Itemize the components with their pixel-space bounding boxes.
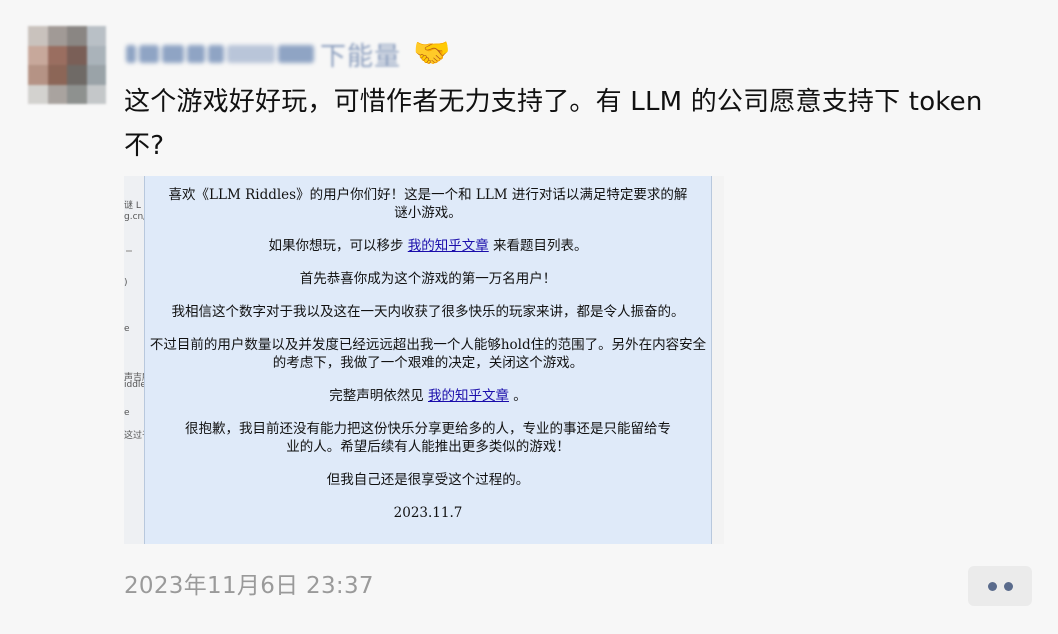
post-timestamp: 2023年11月6日 23:37 (124, 573, 374, 599)
author-name: 下能量 (320, 41, 402, 72)
author-name-row[interactable]: 下能量 🤝 (126, 36, 450, 72)
announcement-panel: 喜欢《LLM Riddles》的用户你们好！这是一个和 LLM 进行对话以满足特… (144, 176, 712, 544)
author-name-redacted (126, 45, 314, 63)
announcement-line-congrats: 首先恭喜你成为这个游戏的第一万名用户！ (299, 271, 557, 287)
sidebar-fragment: iddle (124, 380, 146, 390)
sidebar-fragment: 谜 L (124, 201, 141, 211)
post-text: 这个游戏好好玩，可惜作者无力支持了。有 LLM 的公司愿意支持下 token 不… (124, 87, 983, 161)
sidebar-fragment: e (124, 408, 130, 418)
announcement-line-full: 完整声明依然见 我的知乎文章 。 (145, 387, 711, 405)
sidebar-fragment: g.cn/ (124, 212, 147, 222)
announcement-line-exciting: 我相信这个数字对于我以及这在一天内收获了很多快乐的玩家来讲，都是令人振奋的。 (171, 304, 685, 320)
more-dots-icon (987, 581, 997, 591)
sidebar-fragment: e (124, 324, 130, 334)
handshake-icon: 🤝 (413, 36, 451, 71)
screenshot-right-edge (712, 176, 724, 544)
more-button[interactable] (968, 566, 1032, 606)
zhihu-article-link[interactable]: 我的知乎文章 (408, 238, 489, 254)
announcement-date: 2023.11.7 (393, 505, 463, 521)
sidebar-divider (126, 250, 132, 252)
sidebar-fragment: ) (124, 278, 128, 288)
zhihu-article-link-2[interactable]: 我的知乎文章 (428, 388, 509, 404)
post-image[interactable]: 谜 L g.cn/ ) e 声吉所 iddle e 这过于 喜欢《LLM Rid… (124, 176, 724, 544)
avatar[interactable] (28, 26, 106, 104)
announcement-line-play: 如果你想玩，可以移步 我的知乎文章 来看题目列表。 (145, 237, 711, 255)
announcement-line-welcome: 喜欢《LLM Riddles》的用户你们好！这是一个和 LLM 进行对话以满足特… (168, 187, 688, 221)
announcement-line-sorry: 很抱歉，我目前还没有能力把这份快乐分享更给多的人，专业的事还是只能留给专业的人。… (185, 421, 671, 455)
announcement-line-enjoy: 但我自己还是很享受这个过程的。 (326, 472, 530, 488)
announcement-line-closing: 不过目前的用户数量以及并发度已经远远超出我一个人能够hold住的范围了。另外在内… (149, 337, 707, 371)
play-suffix: 来看题目列表。 (493, 238, 588, 254)
full-suffix: 。 (513, 388, 527, 404)
more-dots-icon (1003, 581, 1013, 591)
play-prefix: 如果你想玩，可以移步 (268, 238, 404, 254)
full-prefix: 完整声明依然见 (329, 388, 424, 404)
screenshot-left-sidebar: 谜 L g.cn/ ) e 声吉所 iddle e 这过于 (124, 176, 151, 544)
